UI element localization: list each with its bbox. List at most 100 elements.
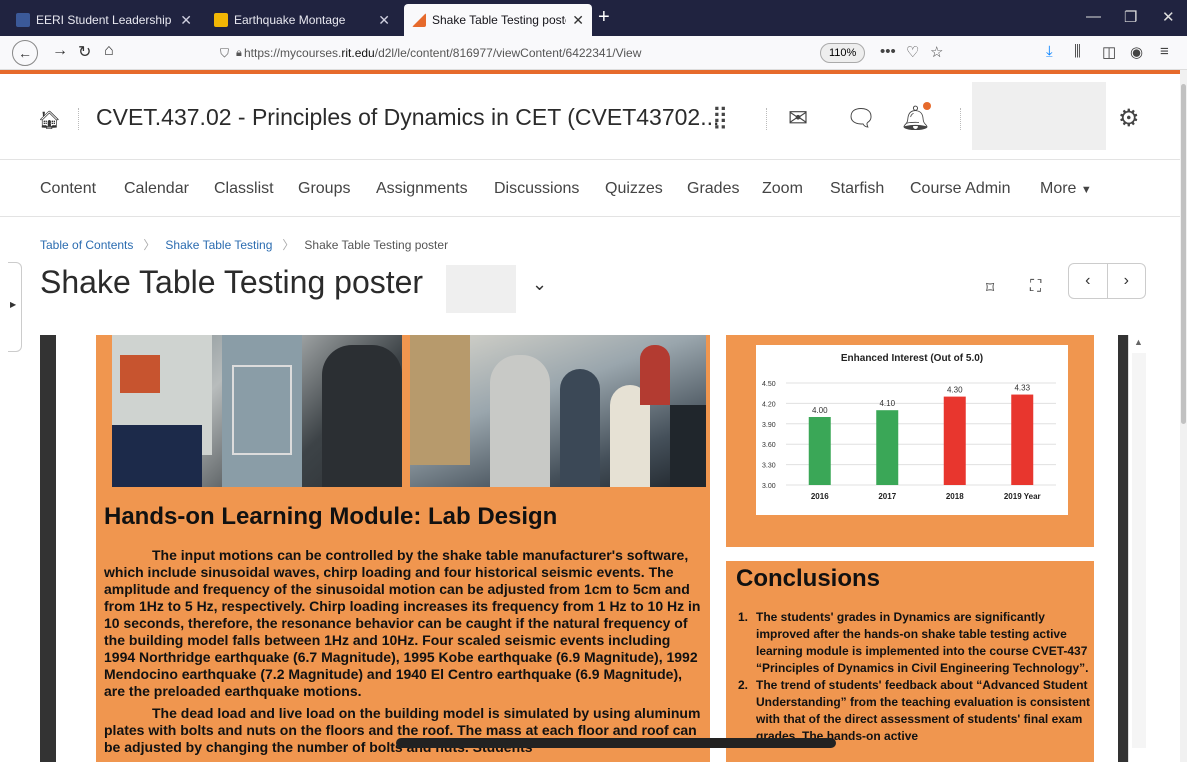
- sidebar-icon[interactable]: ◫: [1102, 43, 1116, 61]
- student-shape: [560, 369, 600, 487]
- shield-icon: ⛉: [220, 45, 230, 60]
- bar: [808, 417, 831, 485]
- menu-icon[interactable]: ≡: [1160, 43, 1169, 60]
- list-number: 2.: [738, 678, 749, 692]
- zoom-indicator[interactable]: 110%: [820, 43, 866, 63]
- apps-grid-icon[interactable]: ⣿: [712, 104, 728, 130]
- fullscreen-icon[interactable]: ⛶: [1030, 278, 1041, 296]
- back-icon[interactable]: ←: [12, 40, 38, 66]
- y-tick-label: 3.00: [762, 483, 776, 490]
- minimize-icon[interactable]: —: [1086, 8, 1101, 25]
- y-tick-label: 3.90: [762, 422, 776, 429]
- nav-quizzes[interactable]: Quizzes: [605, 180, 663, 198]
- course-navbar: Content Calendar Classlist Groups Assign…: [0, 160, 1180, 217]
- document-viewer[interactable]: Hands-on Learning Module: Lab Design The…: [40, 335, 1147, 762]
- shelf-shape: [410, 335, 470, 465]
- tab-label: Shake Table Testing poster-Bac: [432, 13, 566, 27]
- d2l-icon: [412, 13, 426, 27]
- viewer-scrollbar[interactable]: ▲: [1128, 335, 1147, 762]
- nav-starfish[interactable]: Starfish: [830, 180, 884, 198]
- reload-icon[interactable]: ↻: [78, 42, 91, 62]
- x-tick-label: 2017: [878, 492, 896, 501]
- nav-groups[interactable]: Groups: [298, 180, 350, 198]
- conclusions-list: 1. The students' grades in Dynamics are s…: [738, 609, 1092, 745]
- divider: [960, 108, 961, 130]
- breadcrumb-link[interactable]: Table of Contents: [40, 238, 133, 252]
- scroll-up-icon[interactable]: ▲: [1134, 337, 1143, 347]
- download-icon[interactable]: ⤓: [1046, 43, 1053, 60]
- chevron-down-icon[interactable]: ⌄: [532, 274, 547, 295]
- nav-grades[interactable]: Grades: [687, 180, 739, 198]
- browser-toolbar: ← → ↻ ⌂ ⛉ 🔒︎ https://mycourses.rit.edu/d…: [0, 36, 1187, 70]
- breadcrumb-link[interactable]: Shake Table Testing: [165, 238, 272, 252]
- new-tab-icon[interactable]: +: [598, 6, 610, 29]
- y-tick-label: 3.30: [762, 463, 776, 470]
- nav-zoom[interactable]: Zoom: [762, 180, 803, 198]
- bar: [943, 396, 966, 485]
- page-title: Shake Table Testing poster: [40, 264, 424, 300]
- page-scrollbar[interactable]: [1180, 70, 1187, 762]
- close-icon[interactable]: ✕: [180, 12, 192, 29]
- x-tick-label: 2019 Year: [1004, 492, 1041, 501]
- scrollbar-track[interactable]: [1132, 353, 1146, 748]
- user-menu[interactable]: [972, 82, 1106, 150]
- nav-course-admin[interactable]: Course Admin: [910, 180, 1011, 198]
- student-shape: [322, 345, 402, 487]
- nav-classlist[interactable]: Classlist: [214, 180, 274, 198]
- chart-plot: 4.50 4.20 3.90 3.60 3.30 3.00 4.00 2016 4.10 2017…: [762, 381, 1056, 501]
- browser-tab-active[interactable]: Shake Table Testing poster-Bac ✕: [404, 4, 592, 36]
- poster-board-shape: [120, 355, 160, 393]
- x-tick-label: 2016: [811, 492, 829, 501]
- caret-right-icon[interactable]: ▶: [10, 300, 16, 309]
- window-close-icon[interactable]: ✕: [1162, 8, 1175, 26]
- library-icon[interactable]: ⫼: [1074, 43, 1081, 60]
- student-shape: [640, 345, 670, 405]
- gear-icon[interactable]: ⚙︎: [1118, 104, 1140, 133]
- list-item: 1. The students' grades in Dynamics are s…: [738, 609, 1092, 677]
- page-actions-icon[interactable]: •••: [880, 43, 896, 60]
- breadcrumb-current: Shake Table Testing poster: [304, 238, 449, 252]
- nav-calendar[interactable]: Calendar: [124, 180, 189, 198]
- nav-more[interactable]: More ▼: [1040, 180, 1092, 198]
- mail-icon[interactable]: ✉︎: [788, 104, 808, 133]
- nav-assignments[interactable]: Assignments: [376, 180, 468, 198]
- divider: [766, 108, 767, 130]
- body-paragraph: The dead load and live load on the build…: [104, 705, 704, 756]
- previous-icon[interactable]: ‹: [1069, 264, 1108, 298]
- bookmark-star-icon[interactable]: ☆: [930, 43, 943, 61]
- nav-discussions[interactable]: Discussions: [494, 180, 579, 198]
- body-text: The input motions can be controlled by t…: [104, 547, 701, 699]
- scrollbar-thumb[interactable]: [1181, 84, 1186, 424]
- browser-tab[interactable]: Earthquake Montage ✕: [206, 4, 398, 36]
- home-icon[interactable]: 🏠︎: [38, 110, 61, 131]
- close-icon[interactable]: ✕: [378, 12, 390, 29]
- data-label: 4.00: [812, 406, 828, 415]
- list-item: 2. The trend of students' feedback about …: [738, 677, 1092, 745]
- forward-icon[interactable]: →: [52, 42, 68, 60]
- browser-tab[interactable]: EERI Student Leadership Counc ✕: [8, 4, 200, 36]
- next-icon[interactable]: ›: [1108, 264, 1146, 298]
- student-shape: [490, 355, 550, 487]
- chat-icon[interactable]: 🗨︎: [846, 104, 876, 133]
- home-icon[interactable]: ⌂: [104, 42, 114, 60]
- data-label: 4.33: [1014, 384, 1030, 393]
- lock-icon: 🔒︎: [236, 46, 242, 59]
- topic-pager: ‹ ›: [1068, 263, 1146, 299]
- data-label: 4.10: [879, 399, 895, 408]
- pocket-icon[interactable]: ♡: [906, 43, 919, 61]
- bookmark-icon[interactable]: ⌑: [986, 278, 994, 298]
- y-tick-label: 4.50: [762, 381, 776, 388]
- restore-icon[interactable]: ❐: [1124, 8, 1137, 26]
- close-icon[interactable]: ✕: [572, 12, 584, 29]
- redacted-box: [446, 265, 516, 313]
- y-tick-label: 3.60: [762, 442, 776, 449]
- bar-chart: Enhanced Interest (Out of 5.0) 4.50 4.20 3…: [756, 345, 1068, 515]
- conclusions-title: Conclusions: [736, 565, 881, 592]
- redaction-bar: [396, 738, 836, 748]
- data-label: 4.30: [947, 386, 963, 395]
- nav-content[interactable]: Content: [40, 180, 96, 198]
- account-icon[interactable]: ◉: [1130, 43, 1143, 61]
- url-text: https://mycourses.rit.edu/d2l/le/content…: [244, 46, 642, 60]
- course-title[interactable]: CVET.437.02 - Principles of Dynamics in …: [96, 104, 719, 131]
- conclusions-box: Conclusions 1. The students' grades in Dy…: [726, 561, 1094, 762]
